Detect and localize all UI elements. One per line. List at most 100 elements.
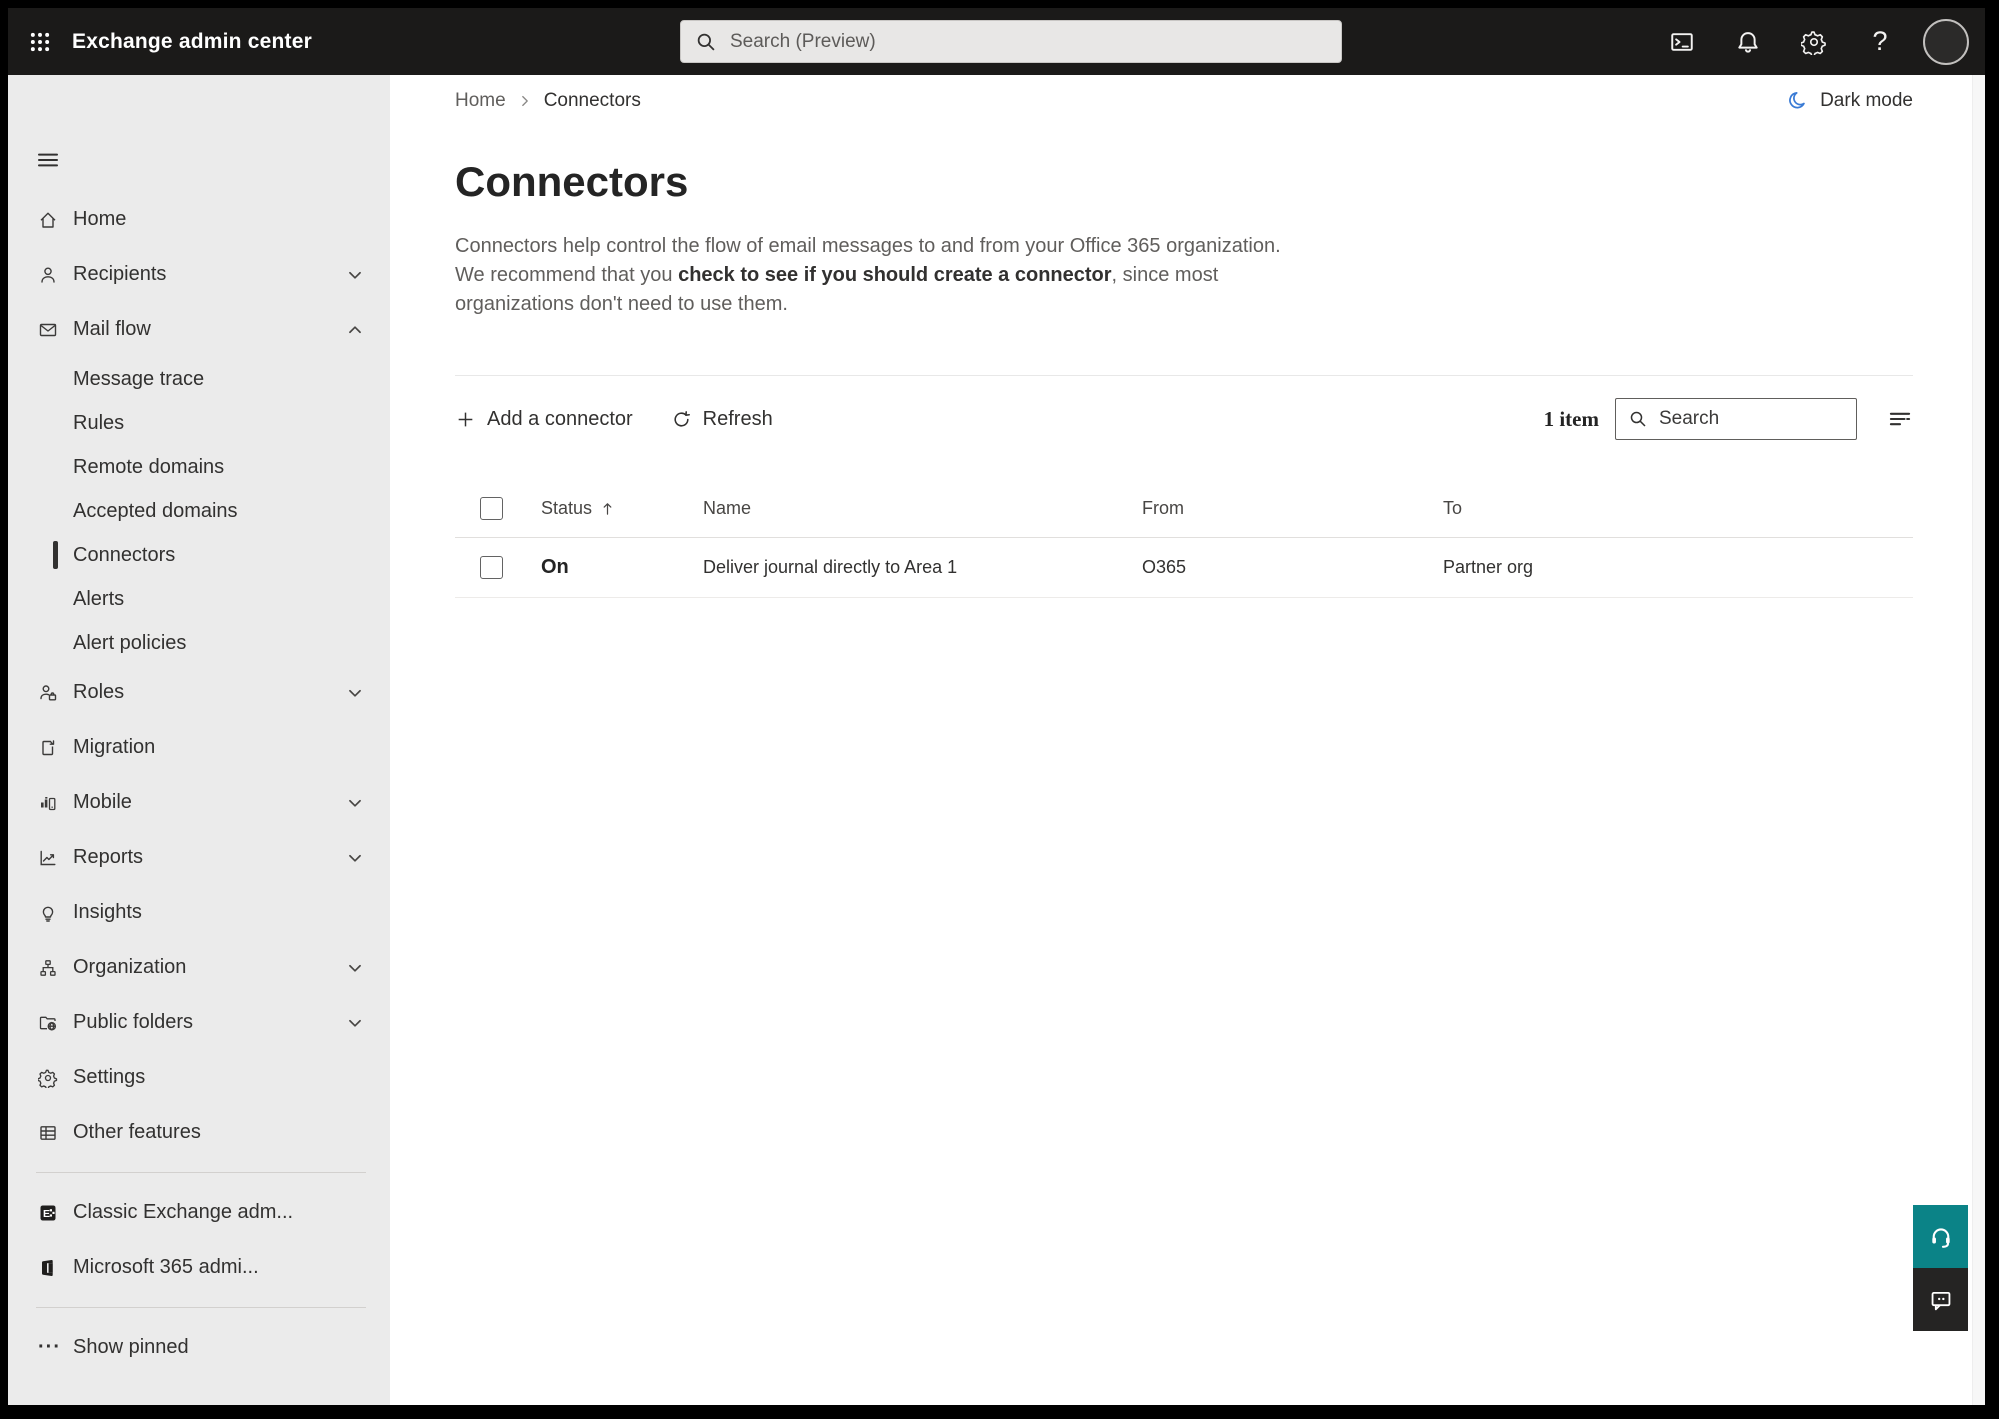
table-row[interactable]: On Deliver journal directly to Area 1 O3… [455, 538, 1913, 598]
sidebar-item-reports[interactable]: Reports [8, 830, 390, 885]
sidebar-item-alerts[interactable]: Alerts [8, 577, 390, 621]
bell-icon [1738, 31, 1758, 53]
sidebar-item-alert-policies[interactable]: Alert policies [8, 621, 390, 665]
breadcrumb-row: Home Connectors Dark mode [455, 89, 1913, 112]
sidebar-item-microsoft-365-admin[interactable]: Microsoft 365 admi... [8, 1240, 390, 1295]
dark-mode-label: Dark mode [1820, 89, 1913, 111]
chevron-up-icon [346, 321, 364, 339]
left-navigation: Home Recipients Mail flow Message trace … [8, 75, 390, 1405]
support-button[interactable] [1913, 1205, 1968, 1268]
sidebar-item-home[interactable]: Home [8, 192, 390, 247]
sidebar-item-roles[interactable]: Roles [8, 665, 390, 720]
org-chart-icon [38, 958, 58, 978]
migration-icon [38, 738, 58, 758]
select-all-checkbox[interactable] [480, 497, 503, 520]
sidebar-item-label: Other features [73, 1121, 201, 1143]
reports-icon [38, 848, 58, 868]
list-search-input[interactable]: Search [1615, 398, 1857, 440]
exchange-logo-icon: E [38, 1203, 58, 1223]
roles-icon [38, 683, 58, 703]
powershell-button[interactable] [1649, 8, 1715, 75]
page-description: Connectors help control the flow of emai… [455, 232, 1303, 319]
sidebar-item-label: Alert policies [73, 631, 187, 654]
nav-collapse-button[interactable] [28, 141, 68, 179]
sidebar-item-classic-exchange-admin[interactable]: E Classic Exchange adm... [8, 1185, 390, 1240]
sidebar-item-accepted-domains[interactable]: Accepted domains [8, 489, 390, 533]
feedback-button[interactable] [1913, 1268, 1968, 1331]
sidebar-item-recipients[interactable]: Recipients [8, 247, 390, 302]
search-icon [1630, 411, 1646, 427]
row-checkbox[interactable] [480, 556, 503, 579]
hamburger-icon [37, 153, 59, 167]
home-icon [38, 210, 58, 230]
add-connector-button[interactable]: Add a connector [455, 408, 633, 431]
sidebar-item-settings[interactable]: Settings [8, 1050, 390, 1105]
sidebar-item-mail-flow[interactable]: Mail flow [8, 302, 390, 357]
list-search-placeholder: Search [1659, 408, 1720, 429]
settings-button[interactable] [1781, 8, 1847, 75]
sidebar-item-remote-domains[interactable]: Remote domains [8, 445, 390, 489]
chevron-down-icon [346, 1014, 364, 1032]
chevron-down-icon [346, 266, 364, 284]
microsoft-365-logo-icon [38, 1258, 58, 1278]
chevron-down-icon [346, 794, 364, 812]
person-icon [38, 265, 58, 285]
sidebar-item-public-folders[interactable]: Public folders [8, 995, 390, 1050]
chat-bubble-icon [1931, 1291, 1950, 1310]
column-header-from[interactable]: From [1142, 498, 1443, 519]
refresh-label: Refresh [702, 407, 773, 430]
sidebar-item-rules[interactable]: Rules [8, 401, 390, 445]
sidebar-item-insights[interactable]: Insights [8, 885, 390, 940]
refresh-icon [674, 410, 690, 427]
column-header-name[interactable]: Name [703, 498, 1142, 519]
description-link[interactable]: check to see if you should create a conn… [678, 264, 1111, 286]
plus-icon [458, 412, 473, 426]
waffle-icon [30, 32, 50, 51]
sidebar-item-mobile[interactable]: Mobile [8, 775, 390, 830]
sidebar-item-migration[interactable]: Migration [8, 720, 390, 775]
column-header-label: Status [541, 498, 593, 518]
floating-buttons [1913, 1205, 1968, 1331]
folder-globe-icon [38, 1013, 58, 1033]
lightbulb-icon [38, 903, 58, 923]
sidebar-divider [36, 1172, 366, 1173]
sidebar-item-label: Organization [73, 956, 187, 978]
column-header-status[interactable]: Status [541, 498, 703, 519]
gear-icon [1801, 30, 1826, 55]
filter-button[interactable] [1887, 406, 1913, 432]
sidebar-item-show-pinned[interactable]: ··· Show pinned [8, 1320, 390, 1375]
sidebar-item-organization[interactable]: Organization [8, 940, 390, 995]
sidebar-item-label: Settings [73, 1066, 146, 1088]
global-search-placeholder: Search (Preview) [730, 30, 876, 52]
cell-to: Partner org [1443, 557, 1534, 577]
app-title: Exchange admin center [72, 29, 312, 53]
chevron-down-icon [346, 959, 364, 977]
chevron-down-icon [346, 849, 364, 867]
dark-mode-toggle[interactable]: Dark mode [1786, 89, 1913, 112]
sidebar-item-connectors[interactable]: Connectors [8, 533, 390, 577]
table-header-row: Status Name From To [455, 480, 1913, 538]
mobile-devices-icon [38, 793, 58, 813]
notifications-button[interactable] [1715, 8, 1781, 75]
chevron-down-icon [346, 684, 364, 702]
sidebar-item-label: Public folders [73, 1011, 194, 1033]
refresh-button[interactable]: Refresh [671, 408, 773, 431]
sidebar-item-label: Connectors [73, 543, 176, 566]
breadcrumb-home-link[interactable]: Home [455, 90, 506, 112]
search-icon [697, 33, 715, 51]
global-search-input[interactable]: Search (Preview) [680, 20, 1342, 63]
sidebar-item-label: Alerts [73, 587, 125, 610]
filter-lines-icon [1889, 412, 1911, 426]
column-header-to[interactable]: To [1443, 498, 1913, 519]
sidebar-item-other-features[interactable]: Other features [8, 1105, 390, 1160]
main-content: Home Connectors Dark mode Connectors Con… [390, 75, 1985, 1405]
headset-icon [1931, 1227, 1950, 1248]
sidebar-item-message-trace[interactable]: Message trace [8, 357, 390, 401]
breadcrumb: Home Connectors [455, 90, 641, 112]
vertical-scrollbar[interactable] [1972, 75, 1985, 1405]
app-launcher-button[interactable] [8, 8, 72, 75]
account-avatar[interactable] [1923, 18, 1969, 65]
help-button[interactable]: ? [1847, 8, 1913, 75]
cell-from: O365 [1142, 557, 1187, 577]
sidebar-item-label: Classic Exchange adm... [73, 1201, 294, 1223]
